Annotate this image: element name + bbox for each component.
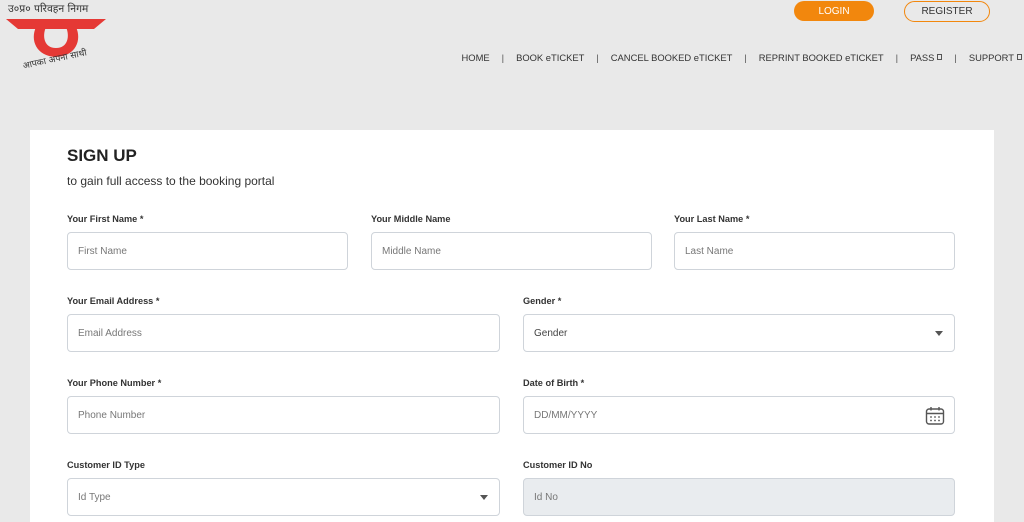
nav-item-reprint-booked-eticket[interactable]: REPRINT BOOKED eTICKET xyxy=(759,52,884,63)
last-name-field[interactable]: Last Name xyxy=(674,232,955,270)
dropdown-box-icon xyxy=(937,54,943,60)
id-type-select-value: Id Type xyxy=(78,491,111,503)
gender-label: Gender * xyxy=(523,296,562,306)
dropdown-box-icon xyxy=(1017,54,1022,60)
phone-field[interactable]: Phone Number xyxy=(67,396,500,434)
nav-separator: | xyxy=(744,51,747,63)
login-button[interactable]: LOGIN xyxy=(794,1,874,21)
first-name-label: Your First Name * xyxy=(67,214,144,224)
dob-label: Date of Birth * xyxy=(523,378,585,388)
logo-top-text: उ०प्र० परिवहन निगम xyxy=(8,3,89,15)
page-subtitle: to gain full access to the booking porta… xyxy=(67,174,275,188)
calendar-icon[interactable] xyxy=(925,406,945,426)
first-name-field[interactable]: First Name xyxy=(67,232,348,270)
last-name-label: Your Last Name * xyxy=(674,214,750,224)
phone-label: Your Phone Number * xyxy=(67,378,162,388)
nav-item-book-eticket[interactable]: BOOK eTICKET xyxy=(516,52,584,63)
caret-down-icon xyxy=(935,331,943,336)
nav-separator: | xyxy=(954,51,957,63)
gender-select-value: Gender xyxy=(534,327,568,339)
middle-name-field[interactable]: Middle Name xyxy=(371,232,652,270)
page-title: SIGN UP xyxy=(67,146,137,165)
register-button[interactable]: REGISTER xyxy=(904,1,990,22)
dob-field[interactable]: DD/MM/YYYY xyxy=(523,396,955,434)
nav-separator: | xyxy=(596,51,599,63)
caret-down-icon xyxy=(480,495,488,500)
brand-logo[interactable]: उ०प्र० परिवहन निगम आपका अपना साथी xyxy=(6,2,106,80)
dob-placeholder: DD/MM/YYYY xyxy=(534,409,598,421)
id-type-select[interactable]: Id Type xyxy=(67,478,500,516)
gender-select[interactable]: Gender xyxy=(523,314,955,352)
nav-item-cancel-booked-eticket[interactable]: CANCEL BOOKED eTICKET xyxy=(611,52,733,63)
nav-separator: | xyxy=(895,51,899,63)
signup-card: SIGN UP to gain full access to the booki… xyxy=(30,130,994,522)
nav-item-pass[interactable]: PASS xyxy=(910,52,943,63)
id-no-field[interactable]: Id No xyxy=(523,478,955,516)
email-label: Your Email Address * xyxy=(67,296,160,306)
id-type-label: Customer ID Type xyxy=(67,460,145,470)
nav-separator: | xyxy=(501,51,505,63)
nav-item-home[interactable]: HOME xyxy=(462,52,490,63)
main-nav: HOME | BOOK eTICKET | CANCEL BOOKED eTIC… xyxy=(462,51,1024,63)
id-no-label: Customer ID No xyxy=(523,460,593,470)
middle-name-label: Your Middle Name xyxy=(371,214,451,224)
nav-item-support[interactable]: SUPPORT xyxy=(969,52,1022,63)
email-field[interactable]: Email Address xyxy=(67,314,500,352)
